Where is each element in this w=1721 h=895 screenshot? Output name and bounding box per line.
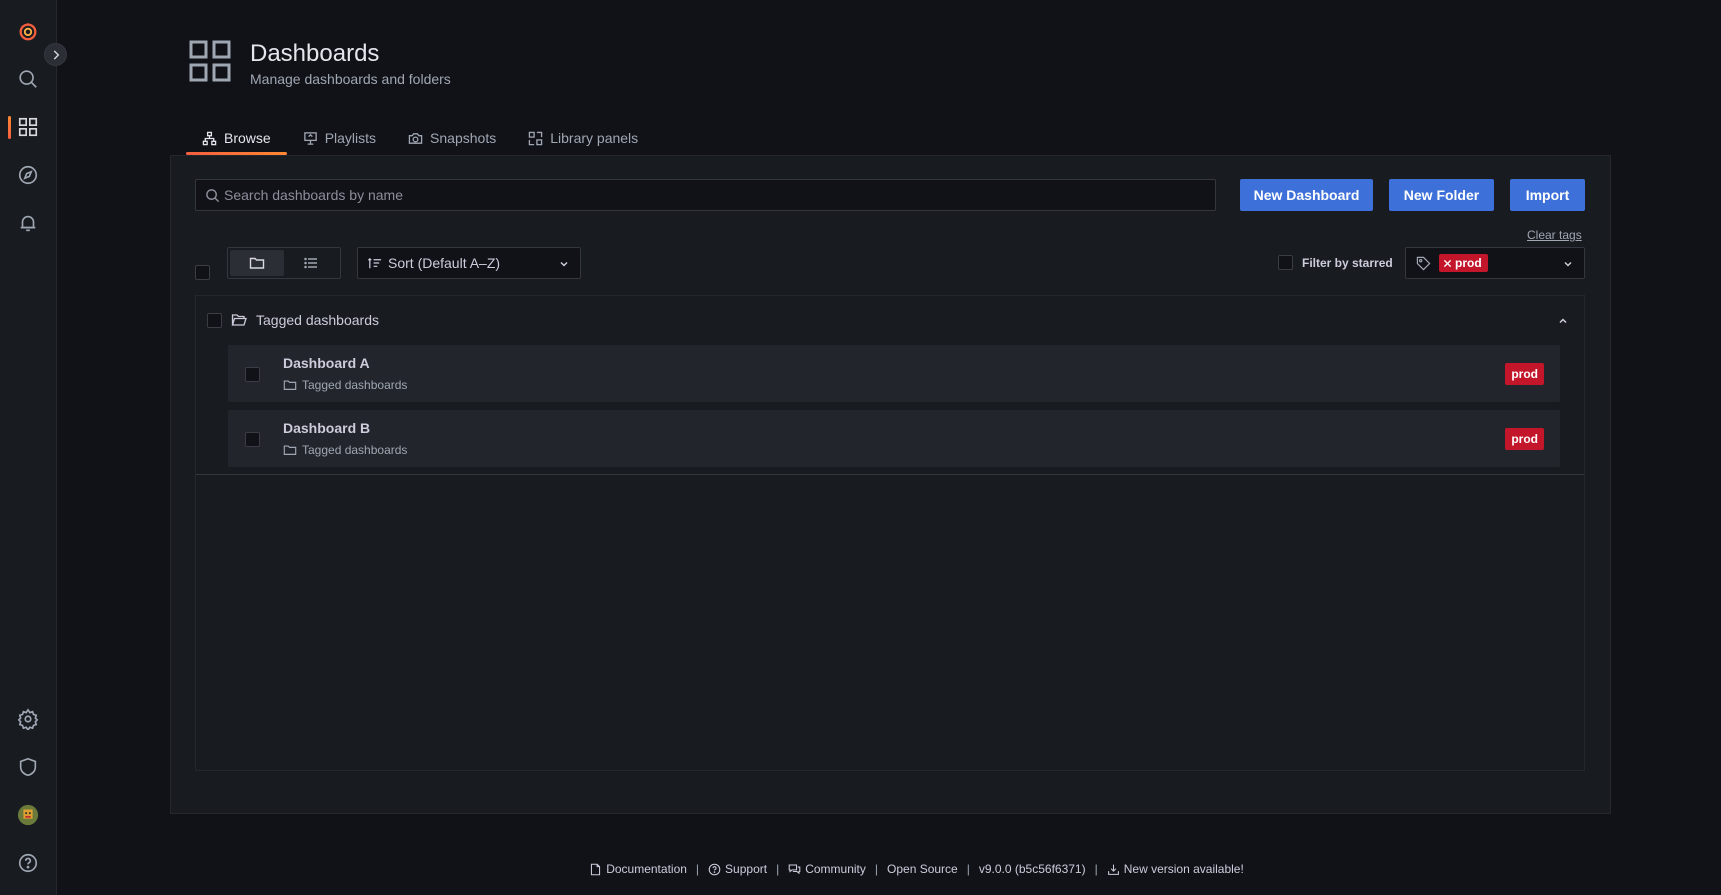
- tab-snapshots-label: Snapshots: [430, 130, 497, 146]
- sidebar-expand-button[interactable]: [44, 43, 67, 66]
- dashboard-folder: Tagged dashboards: [283, 378, 407, 392]
- separator: |: [1094, 862, 1098, 876]
- section-header[interactable]: Tagged dashboards: [207, 312, 379, 328]
- new-folder-button[interactable]: New Folder: [1389, 179, 1494, 211]
- filter-by-starred[interactable]: Filter by starred: [1278, 255, 1393, 270]
- documentation-label: Documentation: [606, 862, 687, 876]
- camera-icon: [408, 132, 423, 144]
- documentation-link[interactable]: Documentation: [589, 862, 687, 876]
- clear-tags-link[interactable]: Clear tags: [1527, 228, 1582, 242]
- chevron-up-icon[interactable]: [1557, 315, 1569, 327]
- dashboard-folder: Tagged dashboards: [283, 443, 407, 457]
- tag-badge[interactable]: prod: [1505, 363, 1544, 385]
- shield-icon[interactable]: [0, 747, 56, 787]
- tag-icon: [1416, 256, 1431, 270]
- tab-browse[interactable]: Browse: [186, 124, 287, 155]
- dashboard-title[interactable]: Dashboard A: [283, 355, 370, 371]
- starred-checkbox[interactable]: [1278, 255, 1293, 270]
- folder-open-icon: [231, 314, 247, 326]
- version-text: v9.0.0 (b5c56f6371): [979, 862, 1086, 876]
- separator: |: [776, 862, 780, 876]
- view-mode-toggle: [227, 247, 341, 279]
- document-icon: [591, 863, 601, 875]
- tab-browse-label: Browse: [224, 130, 271, 146]
- gear-icon[interactable]: [0, 699, 56, 739]
- dashboards-icon[interactable]: [0, 107, 56, 147]
- separator: |: [695, 862, 700, 876]
- folder-view-button[interactable]: [230, 250, 284, 276]
- folder-icon: [283, 380, 297, 390]
- search-icon: [206, 189, 220, 203]
- tab-playlists-label: Playlists: [324, 130, 377, 146]
- footer: Documentation | Support | Community | Op…: [0, 862, 1721, 876]
- list-view-button[interactable]: [284, 250, 338, 276]
- select-all-checkbox[interactable]: [195, 265, 210, 280]
- close-icon[interactable]: [1443, 259, 1452, 268]
- selected-tag-label: prod: [1455, 256, 1482, 270]
- separator: |: [966, 862, 970, 876]
- library-panel-icon: [528, 131, 543, 145]
- chevron-down-icon: [560, 261, 568, 267]
- new-version-link[interactable]: New version available!: [1107, 862, 1244, 876]
- selected-tag-chip[interactable]: prod: [1439, 254, 1488, 272]
- version-label: v9.0.0 (b5c56f6371): [978, 862, 1086, 876]
- tab-library-panels-label: Library panels: [550, 130, 639, 146]
- tab-bar: Browse Playlists Snapshots Library panel…: [186, 124, 654, 155]
- dashboard-folder-label: Tagged dashboards: [302, 378, 408, 392]
- tag-filter-select[interactable]: prod: [1405, 247, 1585, 279]
- page-title: Dashboards: [250, 40, 380, 67]
- open-source-link[interactable]: Open Source: [887, 862, 958, 876]
- section-checkbox[interactable]: [207, 312, 222, 328]
- dashboard-row[interactable]: Dashboard B Tagged dashboards prod: [228, 410, 1560, 467]
- new-dashboard-button[interactable]: New Dashboard: [1240, 179, 1373, 211]
- dashboard-folder-label: Tagged dashboards: [302, 443, 408, 457]
- sidebar: [0, 0, 57, 895]
- row-checkbox[interactable]: [245, 367, 260, 382]
- search-icon[interactable]: [0, 59, 56, 99]
- tab-playlists[interactable]: Playlists: [287, 124, 392, 152]
- dashboard-row[interactable]: Dashboard A Tagged dashboards prod: [228, 345, 1560, 402]
- sort-select[interactable]: Sort (Default A–Z): [357, 247, 581, 279]
- explore-icon[interactable]: [0, 155, 56, 195]
- open-source-label: Open Source: [887, 862, 958, 876]
- community-label: Community: [805, 862, 866, 876]
- avatar[interactable]: [0, 795, 56, 835]
- separator: |: [874, 862, 879, 876]
- sort-label: Sort (Default A–Z): [388, 255, 501, 271]
- sitemap-icon: [202, 131, 217, 145]
- folder-icon: [283, 445, 297, 455]
- list-icon: [304, 257, 317, 269]
- community-link[interactable]: Community: [788, 862, 866, 876]
- import-button[interactable]: Import: [1510, 179, 1585, 211]
- alerting-icon[interactable]: [0, 203, 56, 243]
- section-divider: [196, 474, 1584, 475]
- page-subtitle: Manage dashboards and folders: [250, 71, 451, 87]
- tab-library-panels[interactable]: Library panels: [512, 124, 654, 152]
- tab-snapshots[interactable]: Snapshots: [392, 124, 512, 152]
- dashboards-page-icon: [189, 40, 231, 82]
- tag-badge[interactable]: prod: [1505, 428, 1544, 450]
- new-version-label: New version available!: [1123, 862, 1244, 876]
- search-placeholder: Search dashboards by name: [224, 187, 403, 203]
- support-link[interactable]: Support: [708, 862, 767, 876]
- starred-label: Filter by starred: [1302, 255, 1393, 270]
- dashboard-title[interactable]: Dashboard B: [283, 420, 370, 436]
- folder-icon: [249, 257, 265, 269]
- support-label: Support: [725, 862, 768, 876]
- sort-icon: [367, 257, 382, 268]
- chevron-down-icon: [1564, 261, 1572, 267]
- presentation-icon: [303, 131, 317, 145]
- search-input[interactable]: Search dashboards by name: [195, 179, 1216, 211]
- comments-icon: [788, 864, 801, 874]
- chevron-right-icon: [53, 49, 59, 60]
- question-circle-icon: [708, 863, 721, 875]
- download-icon: [1107, 864, 1119, 875]
- section-title: Tagged dashboards: [256, 312, 379, 328]
- row-checkbox[interactable]: [245, 432, 260, 447]
